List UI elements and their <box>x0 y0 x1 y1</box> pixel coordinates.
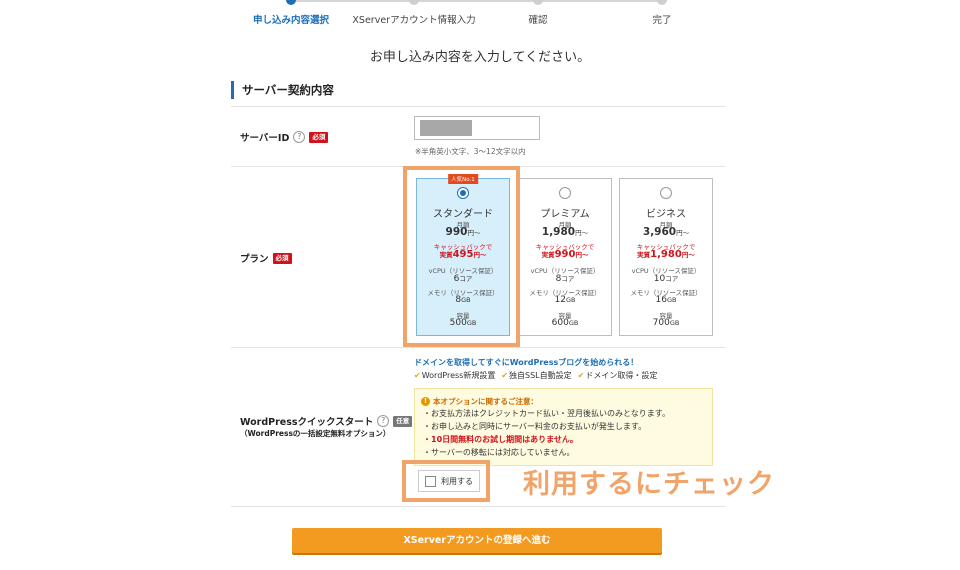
step-1-dot <box>286 0 296 5</box>
wordpress-sub-label: （WordPressの一括設定無料オプション） <box>240 429 391 438</box>
vcpu-value: 8コア <box>555 274 575 284</box>
divider <box>231 506 725 507</box>
divider <box>231 347 725 348</box>
effective-price: 実質990円〜 <box>541 249 589 260</box>
check-icon: ✔ <box>577 371 585 380</box>
plan-row-label: プラン 必須 <box>240 251 292 265</box>
required-badge: 必須 <box>272 252 292 264</box>
wordpress-label: WordPressクイックスタート <box>240 417 374 428</box>
notice-title: ! 本オプションに関するご注意： <box>421 396 538 407</box>
annotation-text: 利用するにチェック <box>523 469 775 500</box>
plan-card-premium[interactable]: プレミアム 月額 1,980円〜 キャッシュバックで 実質990円〜 vCPU（… <box>518 178 612 336</box>
storage-value: 600GB <box>551 318 579 328</box>
warning-icon: ! <box>421 397 430 406</box>
step-3-label: 確認 <box>528 15 548 26</box>
effective-price: 実質1,980円〜 <box>637 249 695 260</box>
plan-price: 3,960円〜 <box>642 226 690 238</box>
notice-box: ! 本オプションに関するご注意： ・お支払方法はクレジットカード払い・翌月後払い… <box>414 388 713 466</box>
step-2-dot <box>409 0 419 5</box>
wordpress-row-label: WordPressクイックスタート ? 任意 <box>240 414 413 428</box>
step-3-dot <box>533 0 543 5</box>
highlight-box-plan <box>403 166 520 347</box>
divider <box>231 106 725 107</box>
plan-name: ビジネス <box>646 209 686 220</box>
intro-text: お申し込み内容を入力してください。 <box>369 50 591 65</box>
storage-value: 700GB <box>652 318 680 328</box>
notice-item: ・サーバーの移転には対応していません。 <box>423 448 575 457</box>
vcpu-value: 10コア <box>653 274 679 284</box>
feature-item: ✔ドメイン取得・設定 <box>577 371 658 380</box>
plan-label: プラン <box>240 254 269 265</box>
step-1-label: 申し込み内容選択 <box>252 15 330 26</box>
optional-badge: 任意 <box>393 415 413 427</box>
notice-item: ・お支払方法はクレジットカード払い・翌月後払いのみとなります。 <box>423 409 670 418</box>
submit-button[interactable]: XServerアカウントの登録へ進む <box>292 528 662 553</box>
plan-radio[interactable] <box>660 187 672 199</box>
help-icon[interactable]: ? <box>377 415 390 427</box>
stepper-line-remaining <box>291 0 661 2</box>
required-badge: 必須 <box>309 131 329 143</box>
server-id-input[interactable] <box>414 116 540 140</box>
memory-value: 12GB <box>554 295 576 305</box>
highlight-box-checkbox <box>402 460 490 502</box>
feature-item: ✔WordPress新規設置 <box>414 371 496 380</box>
redacted-value <box>420 120 472 136</box>
help-icon[interactable]: ? <box>293 131 306 143</box>
plan-radio[interactable] <box>559 187 571 199</box>
server-id-label: サーバーID <box>240 133 290 144</box>
server-id-row-label: サーバーID ? 必須 <box>240 130 329 144</box>
step-4-label: 完了 <box>652 15 672 26</box>
notice-item-emphasis: ・10日間無料のお試し期間はありません。 <box>423 435 578 444</box>
stepper: 申し込み内容選択 XServerアカウント情報入力 確認 完了 <box>253 0 672 30</box>
wordpress-headline: ドメインを取得してすぐにWordPressブログを始められる！ <box>414 358 639 367</box>
plan-card-business[interactable]: ビジネス 月額 3,960円〜 キャッシュバックで 実質1,980円〜 vCPU… <box>619 178 713 336</box>
notice-item: ・お申し込みと同時にサーバー料金のお支払いが発生します。 <box>423 422 647 431</box>
plan-price: 1,980円〜 <box>541 226 589 238</box>
check-icon: ✔ <box>501 371 509 380</box>
memory-value: 16GB <box>655 295 677 305</box>
server-id-note: ※半角英小文字、3〜12文字以内 <box>415 147 526 156</box>
section-title: サーバー契約内容 <box>231 81 334 99</box>
feature-item: ✔独自SSL自動設定 <box>501 371 572 380</box>
check-icon: ✔ <box>414 371 421 380</box>
step-4-dot <box>657 0 667 5</box>
step-2-label: XServerアカウント情報入力 <box>352 15 476 26</box>
wordpress-features: ✔WordPress新規設置 ✔独自SSL自動設定 ✔ドメイン取得・設定 <box>414 370 657 381</box>
plan-name: プレミアム <box>540 209 590 220</box>
